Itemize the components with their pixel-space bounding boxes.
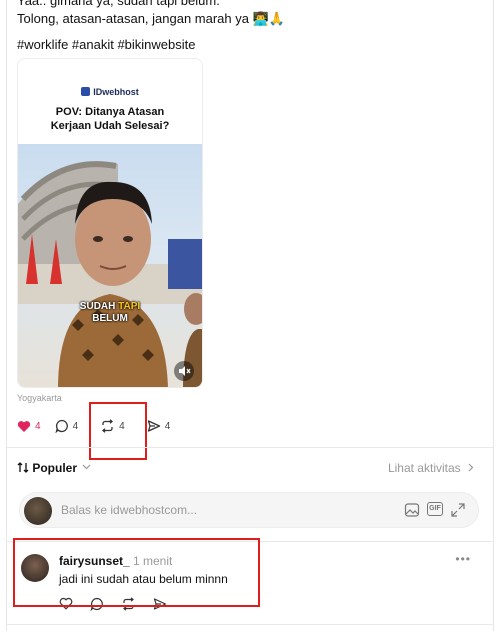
more-options-icon[interactable]: •••: [455, 552, 471, 566]
expand-icon[interactable]: [450, 502, 466, 518]
speaker-mute-icon: [179, 366, 191, 376]
view-activity-label: Lihat aktivitas: [387, 461, 461, 475]
video-thumbnail[interactable]: IDwebhost POV: Ditanya Atasan Kerjaan Ud…: [17, 58, 203, 388]
divider: [6, 624, 494, 625]
video-title-line2: Kerjaan Udah Selesai?: [50, 120, 170, 132]
video-caption-part1: SUDAH: [79, 301, 116, 312]
reply-input-container[interactable]: Balas ke idwebhostcom... GIF: [19, 492, 479, 528]
share-button[interactable]: 4: [147, 419, 171, 433]
reply-input[interactable]: Balas ke idwebhostcom...: [61, 503, 197, 517]
send-icon: [147, 420, 160, 432]
post-text-cut: Yaa.. gimana ya, sudah tapi belum.: [17, 0, 220, 8]
video-scene-art: [18, 161, 202, 387]
video-brand-label: IDwebhost: [93, 87, 139, 97]
video-caption-part2: TAPI: [118, 301, 141, 312]
view-activity-link[interactable]: Lihat aktivitas: [388, 461, 474, 475]
comment-button[interactable]: 4: [55, 419, 79, 433]
video-caption-line2: BELUM: [92, 313, 128, 324]
comment-highlight-box: [13, 538, 260, 607]
like-count: 4: [35, 420, 41, 432]
repost-highlight-box: [89, 402, 147, 460]
avatar: [24, 497, 52, 525]
sort-arrows-icon: [17, 462, 29, 473]
mute-button[interactable]: [174, 361, 194, 381]
video-scene: SUDAH TAPI BELUM: [18, 144, 202, 387]
video-title-line1: POV: Ditanya Atasan: [55, 106, 165, 118]
sort-label: Populer: [32, 461, 78, 475]
image-icon[interactable]: [404, 502, 420, 518]
sort-dropdown[interactable]: Populer: [17, 461, 91, 475]
post-text-line: Tolong, atasan-atasan, jangan marah ya 👨…: [17, 11, 285, 26]
chevron-down-icon: [82, 464, 91, 470]
reply-tools: GIF: [404, 502, 466, 518]
heart-filled-icon: [17, 420, 31, 432]
divider: [6, 447, 494, 448]
video-brand: IDwebhost: [18, 87, 202, 97]
video-title: POV: Ditanya Atasan Kerjaan Udah Selesai…: [18, 105, 202, 133]
chevron-right-icon: [468, 463, 474, 472]
video-header: IDwebhost POV: Ditanya Atasan Kerjaan Ud…: [18, 59, 202, 144]
share-count: 4: [164, 420, 171, 432]
gif-icon[interactable]: GIF: [427, 502, 443, 516]
brand-logo-icon: [81, 87, 91, 96]
post-location[interactable]: Yogyakarta: [17, 393, 62, 403]
sort-row: Populer Lihat aktivitas: [17, 461, 474, 479]
like-button[interactable]: 4: [17, 420, 41, 433]
post-hashtags[interactable]: #worklife #anakit #bikinwebsite: [17, 36, 195, 54]
comment-count: 4: [72, 420, 79, 432]
video-caption: SUDAH TAPI BELUM: [18, 301, 202, 325]
comment-bubble-icon: [55, 419, 68, 433]
